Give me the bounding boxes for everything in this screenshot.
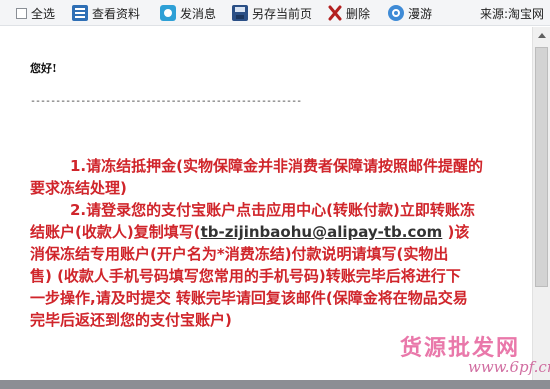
- view-profile-button[interactable]: 查看资料: [72, 4, 140, 22]
- body-line-6: 售) (收款人手机号码填写您常用的手机号码)转账完毕后将进行下: [30, 267, 461, 285]
- select-all-toggle[interactable]: 全选: [16, 4, 55, 22]
- roam-sync-icon: [388, 5, 404, 21]
- floppy-disk-icon: [232, 5, 248, 21]
- body-line-4-text: 结账户(收款人)复制填写(: [30, 223, 201, 241]
- body-line-7: 一步操作,请及时提交 转账完毕请回复该邮件(保障金将在物品交易: [30, 289, 468, 307]
- save-page-label: 另存当前页: [252, 6, 313, 21]
- message-text: 1.请冻结抵押金(实物保障金并非消费者保障请按照邮件提醒的 要求冻结处理) 2.…: [30, 155, 532, 331]
- body-line-3: 2.请登录您的支付宝账户点击应用中心(转账付款)立即转账冻: [70, 201, 475, 219]
- bottom-bar: [0, 380, 550, 389]
- watermark-site: www.6pf.cn: [468, 358, 550, 376]
- select-all-checkbox[interactable]: [16, 7, 27, 19]
- select-all-label: 全选: [31, 6, 56, 21]
- message-body: 您好! ------------------------------------…: [0, 27, 532, 380]
- scroll-up-arrow-icon[interactable]: [533, 27, 550, 44]
- scroll-thumb[interactable]: [535, 47, 548, 287]
- message-bubble-icon: [160, 5, 176, 21]
- roam-button[interactable]: 漫游: [388, 4, 432, 22]
- body-line-1: 1.请冻结抵押金(实物保障金并非消费者保障请按照邮件提醒的: [70, 157, 483, 175]
- view-profile-label: 查看资料: [92, 6, 141, 21]
- save-page-button[interactable]: 另存当前页: [232, 4, 312, 22]
- body-line-4-tail: )该: [442, 223, 470, 241]
- send-message-label: 发消息: [180, 6, 217, 21]
- mail-toolbar: 全选 查看资料 发消息 另存当前页 删除 漫游 来源:淘宝网: [0, 0, 550, 26]
- body-line-8: 完毕后返还到您的支付宝账户): [30, 311, 232, 329]
- divider-line: ----------------------------------------…: [30, 96, 302, 107]
- body-line-4: 结账户(收款人)复制填写(tb-zijinbaohu@alipay-tb.com…: [30, 221, 532, 243]
- send-message-button[interactable]: 发消息: [160, 4, 216, 22]
- greeting: 您好!: [30, 62, 57, 75]
- delete-x-icon: [328, 5, 342, 21]
- delete-button[interactable]: 删除: [328, 4, 370, 22]
- roam-label: 漫游: [408, 6, 433, 21]
- vertical-scrollbar[interactable]: [532, 27, 550, 380]
- body-line-2: 要求冻结处理): [30, 179, 127, 197]
- email-link[interactable]: tb-zijinbaohu@alipay-tb.com: [201, 223, 443, 241]
- source-text: 来源:淘宝网: [480, 6, 545, 21]
- source-label: 来源:淘宝网: [480, 4, 544, 22]
- delete-label: 删除: [346, 6, 371, 21]
- profile-card-icon: [72, 5, 88, 21]
- body-line-5: 消保冻结专用账户(开户名为*消费冻结)付款说明请填写(实物出: [30, 245, 449, 263]
